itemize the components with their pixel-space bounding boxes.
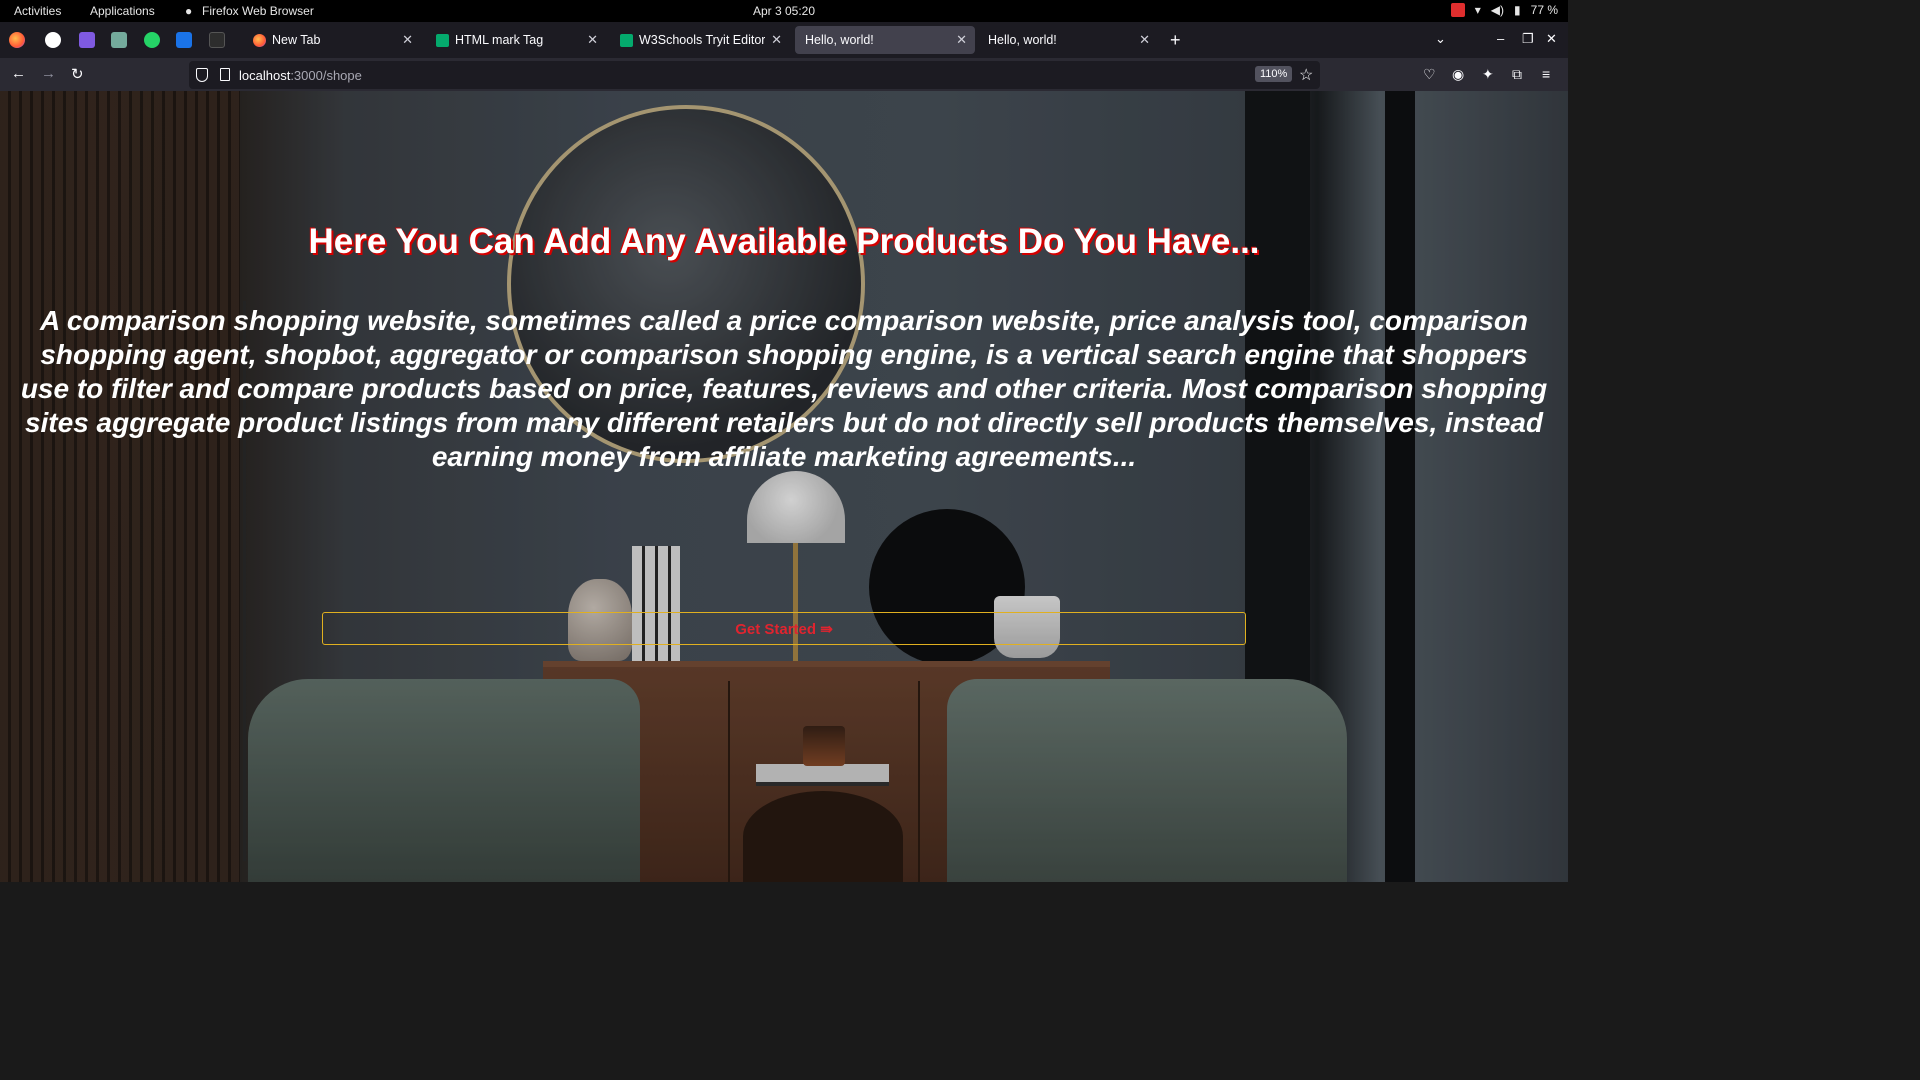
- window-close-icon[interactable]: ✕: [1546, 31, 1557, 47]
- url-path: :3000/shope: [290, 68, 362, 83]
- tab-html-mark-tag[interactable]: HTML mark Tag ✕: [426, 26, 606, 54]
- page-info-icon[interactable]: [220, 68, 230, 81]
- bootstrap-pinned-tab-icon[interactable]: [79, 32, 95, 48]
- zoom-level-badge[interactable]: 110%: [1255, 66, 1293, 82]
- tab-w3schools-tryit[interactable]: W3Schools Tryit Editor ✕: [610, 26, 790, 54]
- tracking-protection-shield-icon[interactable]: [196, 68, 208, 82]
- extensions-puzzle-icon[interactable]: ⧉: [1512, 66, 1522, 83]
- back-arrow-icon[interactable]: ←: [11, 65, 26, 82]
- notification-icon[interactable]: [1450, 3, 1465, 17]
- tab-new-tab[interactable]: New Tab ✕: [243, 26, 421, 54]
- system-top-bar: Activities Applications ● Firefox Web Br…: [0, 0, 1568, 22]
- firefox-icon: [253, 33, 266, 47]
- w3schools-icon: [436, 33, 449, 47]
- firefox-view-icon[interactable]: [9, 32, 25, 48]
- tab-strip: New Tab ✕ HTML mark Tag ✕ W3Schools Tryi…: [0, 22, 1568, 58]
- hamburger-menu-icon[interactable]: ≡: [1542, 66, 1550, 82]
- close-icon[interactable]: ✕: [1139, 32, 1150, 48]
- extension-pinned-tab-icon[interactable]: [209, 32, 225, 48]
- hero-title: Here You Can Add Any Available Products …: [308, 222, 1260, 261]
- tab-label: Hello, world!: [805, 33, 874, 47]
- tab-hello-world[interactable]: Hello, world! ✕: [978, 26, 1158, 54]
- new-tab-plus-icon[interactable]: +: [1170, 30, 1181, 51]
- classroom-pinned-tab-icon[interactable]: [176, 32, 192, 48]
- pocket-icon[interactable]: ♡: [1423, 66, 1436, 83]
- page-viewport: Here You Can Add Any Available Products …: [0, 91, 1568, 882]
- hero-overlay: [0, 91, 1568, 882]
- battery-icon: ▮: [1514, 3, 1521, 17]
- bookmark-star-icon[interactable]: ☆: [1299, 65, 1313, 85]
- tab-hello-world-active[interactable]: Hello, world! ✕: [795, 26, 975, 54]
- tab-label: HTML mark Tag: [455, 33, 544, 47]
- whatsapp-pinned-tab-icon[interactable]: [144, 32, 160, 48]
- chatgpt-pinned-tab-icon[interactable]: [111, 32, 127, 48]
- battery-percentage: 77 %: [1530, 3, 1558, 17]
- tab-label: W3Schools Tryit Editor: [639, 33, 766, 47]
- restore-icon[interactable]: ❐: [1522, 31, 1534, 47]
- forward-arrow-icon[interactable]: →: [41, 65, 56, 82]
- address-bar[interactable]: localhost:3000/shope 110% ☆: [189, 61, 1320, 89]
- hero-description: A comparison shopping website, sometimes…: [20, 305, 1548, 472]
- w3schools-icon: [620, 33, 633, 47]
- close-icon[interactable]: ✕: [587, 32, 598, 48]
- volume-icon: ◀): [1490, 3, 1505, 17]
- account-icon[interactable]: ◉: [1452, 66, 1464, 83]
- navigation-toolbar: ← → ↻ localhost:3000/shope 110% ☆ ♡ ◉ ✦ …: [0, 58, 1568, 91]
- tab-label: Hello, world!: [988, 33, 1057, 47]
- url-text[interactable]: localhost:3000/shope: [239, 68, 362, 83]
- minimize-icon[interactable]: –: [1497, 31, 1504, 46]
- close-icon[interactable]: ✕: [956, 32, 967, 48]
- get-started-button[interactable]: Get Started ⇛: [322, 612, 1246, 645]
- system-tray[interactable]: ▾ ◀) ▮ 77 %: [1450, 3, 1558, 17]
- github-pinned-tab-icon[interactable]: [45, 32, 61, 48]
- clock[interactable]: Apr 3 05:20: [0, 4, 1568, 18]
- close-icon[interactable]: ✕: [402, 32, 413, 48]
- list-all-tabs-chevron-icon[interactable]: ⌄: [1435, 31, 1446, 47]
- tab-label: New Tab: [272, 33, 321, 47]
- url-host: localhost: [239, 68, 291, 83]
- extension-icon[interactable]: ✦: [1482, 66, 1494, 83]
- reload-icon[interactable]: ↻: [71, 65, 84, 83]
- close-icon[interactable]: ✕: [771, 32, 782, 48]
- wifi-icon: ▾: [1474, 3, 1481, 17]
